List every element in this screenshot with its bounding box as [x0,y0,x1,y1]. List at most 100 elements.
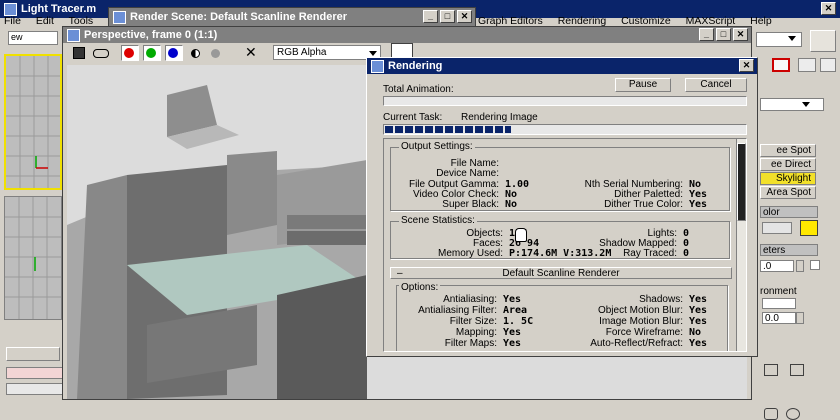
environment-spinner-arrows-icon[interactable] [796,312,804,324]
viewport-bottom-left[interactable] [4,196,62,320]
imb-label: Image Motion Blur: [599,316,683,327]
rendering-dialog: Rendering ✕ Total Animation: Pause Cance… [366,57,758,357]
ray-traced-value: 0 [683,248,690,259]
dropdown-arrow-icon[interactable] [788,36,796,41]
maximize-icon[interactable]: □ [440,10,455,23]
checkbox-panel[interactable] [810,260,820,270]
scene-stats-title: Scene Statistics: [399,215,477,226]
panel-icon-red[interactable] [772,58,790,72]
menu-help[interactable]: Help [750,15,772,27]
color-field[interactable] [762,222,792,234]
viewport-top-left[interactable] [4,54,62,190]
options-title: Options: [399,282,441,293]
minimize-icon[interactable]: _ [423,10,438,23]
blue-channel-toggle[interactable] [165,45,183,61]
render-info-panel: Output Settings: File Name: Device Name:… [383,138,747,352]
orbit-icon[interactable] [786,408,800,420]
green-channel-toggle[interactable] [143,45,161,61]
current-task-label: Current Task: [383,112,443,123]
pause-button[interactable]: Pause [615,78,671,92]
alpha-toggle-icon[interactable] [211,49,220,58]
app-icon [4,2,17,16]
close-icon[interactable]: ✕ [457,10,472,23]
aa-filter-label: Antialiasing Filter: [418,305,497,316]
frame-title: Perspective, frame 0 (1:1) [84,29,218,41]
aa-filter-value: Area [503,305,528,316]
viewport-grid-2 [5,197,61,319]
status-field [6,383,66,395]
light-button-area-spot[interactable]: Area Spot [760,186,816,199]
environment-field[interactable] [762,298,796,309]
main-title: Light Tracer.m [21,3,97,15]
rollout-color-header[interactable]: olor [760,206,818,218]
rendering-title: Rendering [388,60,443,72]
mapping-value: Yes [503,327,522,338]
close-icon[interactable]: ✕ [733,28,748,41]
clear-icon[interactable]: ✕ [245,45,257,59]
light-button-skylight[interactable]: Skylight [760,172,816,185]
environment-spinner[interactable]: 0.0 [762,312,796,324]
render-scene-dialog: Render Scene: Default Scanline Renderer … [108,7,476,27]
minimize-icon[interactable]: _ [699,28,714,41]
channel-dropdown-arrow-icon[interactable] [369,51,377,56]
close-icon[interactable]: ✕ [739,59,754,72]
panel-combo[interactable] [760,98,824,111]
render-scene-icon [113,10,126,24]
info-scrollbar[interactable] [736,139,746,351]
hand-icon[interactable] [764,408,778,420]
super-black-value: No [505,199,518,210]
nav-icon-2[interactable] [790,364,804,376]
frame-icon [67,28,80,42]
light-button-free-spot[interactable]: ee Spot [760,144,816,157]
filter-size-value: 1. 5C [503,316,534,327]
antialiasing-label: Antialiasing: [443,294,497,305]
menu-file[interactable]: File [4,15,21,27]
frame-window-buttons: _ □ ✕ [699,28,748,41]
rollout-title: Default Scanline Renderer [502,268,620,279]
scene-stats-group: Scene Statistics: Objects: 157 Faces: 26… [390,215,730,259]
red-channel-toggle[interactable] [121,45,139,61]
spinner-arrows-icon[interactable] [796,260,804,272]
current-task-value: Rendering Image [461,112,538,123]
command-panel: ee Spot ee Direct Skylight Area Spot olo… [750,30,840,420]
omb-value: Yes [689,305,708,316]
color-swatch[interactable] [800,220,818,236]
rollout-parameters-header[interactable]: eters [760,244,818,256]
status-button-1[interactable] [6,347,60,361]
hand-cursor-icon [515,228,527,242]
render-scene-title: Render Scene: Default Scanline Renderer [130,11,348,23]
render-scene-window-buttons: _ □ ✕ [423,10,472,23]
maximize-icon[interactable]: □ [716,28,731,41]
panel-tool-button[interactable] [810,30,836,52]
scanline-rollout-header[interactable]: – Default Scanline Renderer [390,267,732,279]
mapping-label: Mapping: [455,327,497,338]
options-group: Options: Antialiasing: Yes Antialiasing … [396,282,728,351]
auto-reflect-label: Auto-Reflect/Refract: [590,338,683,349]
panel-icon-3[interactable] [820,58,836,72]
panel-combo-arrow-icon[interactable] [802,102,810,107]
mono-toggle-icon[interactable] [191,49,200,58]
selection-field[interactable]: ew [8,31,58,45]
cancel-button[interactable]: Cancel [685,78,747,92]
environment-label: ronment [760,286,797,297]
channel-dropdown[interactable]: RGB Alpha [273,45,381,60]
rendering-window-buttons: ✕ [739,59,754,72]
close-icon[interactable]: ✕ [821,2,836,15]
filter-maps-label: Filter Maps: [444,338,497,349]
light-button-free-direct[interactable]: ee Direct [760,158,816,171]
scrollbar-thumb[interactable] [737,143,746,221]
rendering-titlebar: Rendering [367,58,757,74]
task-progress-bar [383,124,747,135]
output-settings-title: Output Settings: [399,141,475,152]
nav-icon-1[interactable] [764,364,778,376]
menu-edit[interactable]: Edit [36,15,54,27]
dither-true-value: Yes [689,199,708,210]
multiplier-spinner[interactable]: .0 [760,260,794,272]
panel-icon-2[interactable] [798,58,816,72]
device-name-label: Device Name: [436,168,499,179]
clone-icon[interactable] [93,49,109,58]
save-icon[interactable] [73,47,85,59]
viewport-grid [6,56,60,188]
shadows-label: Shadows: [639,294,683,305]
dither-true-label: Dither True Color: [604,199,683,210]
